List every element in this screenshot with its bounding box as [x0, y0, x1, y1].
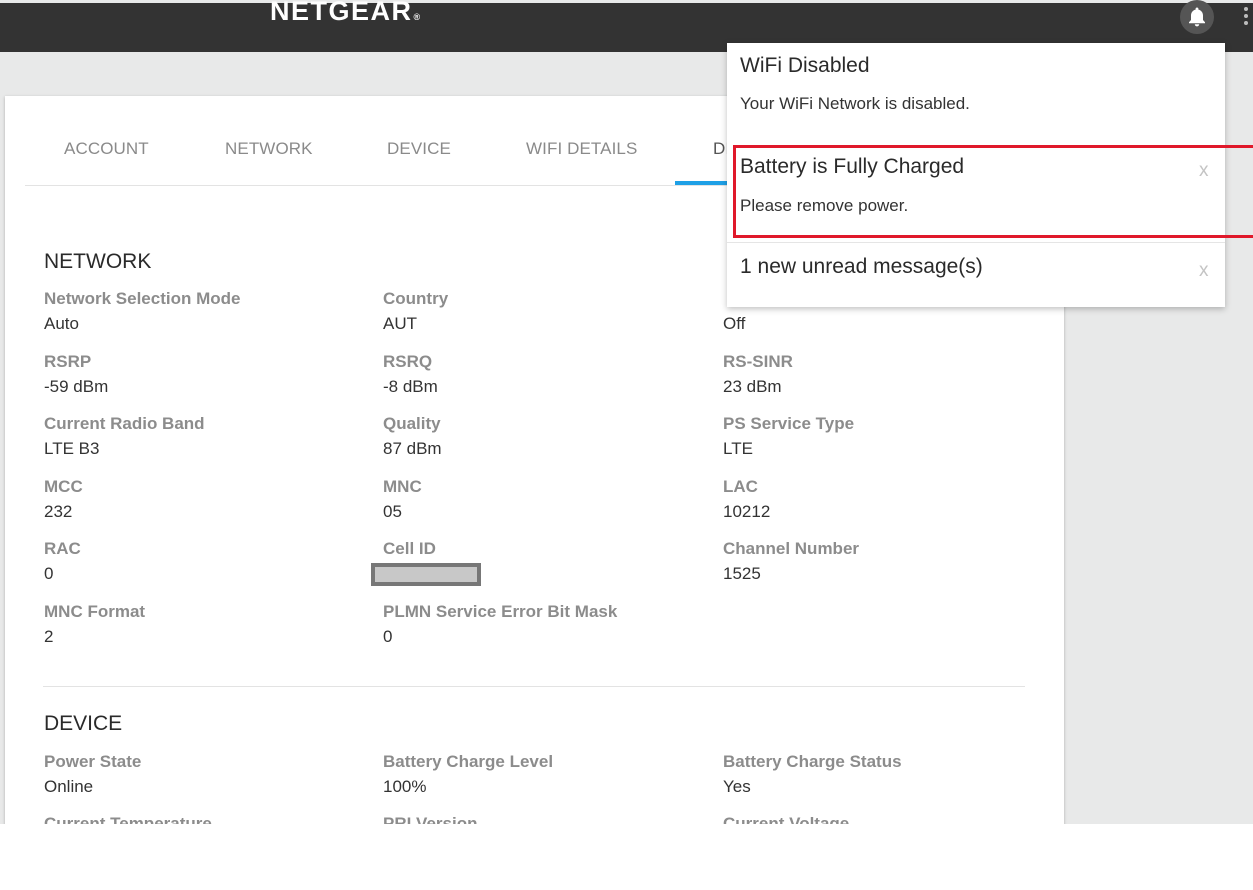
notification-body: Your WiFi Network is disabled.: [740, 94, 970, 113]
field-value: 100%: [383, 777, 427, 796]
field-label: Country: [383, 289, 449, 308]
field-mnc-format: MNC Format 2: [44, 602, 145, 647]
field-label: RSRQ: [383, 352, 433, 371]
field-value: 0: [383, 627, 393, 646]
field-value: Auto: [44, 314, 79, 333]
field-label: Current Radio Band: [44, 414, 205, 433]
trademark-symbol: ®: [413, 12, 421, 22]
field-value: 232: [44, 502, 73, 521]
field-value: LTE: [723, 439, 753, 458]
field-rsrq: RSRQ -8 dBm: [383, 352, 438, 397]
notification-body: Please remove power.: [740, 196, 909, 215]
notification-battery-charged[interactable]: Battery is Fully Charged x Please remove…: [727, 143, 1225, 242]
field-mnc: MNC 05: [383, 477, 422, 522]
app-viewport: NETGEAR® ACCOUNT NETWORK DEVICE WIFI DET…: [0, 0, 1253, 824]
field-value: Online: [44, 777, 94, 796]
field-label: Current Voltage: [723, 814, 850, 824]
notifications-button[interactable]: [1180, 0, 1214, 34]
field-current-voltage: Current Voltage: [723, 814, 849, 824]
field-label: Battery Charge Status: [723, 752, 902, 771]
field-value: -59 dBm: [44, 377, 109, 396]
notification-title: Battery is Fully Charged: [740, 155, 965, 178]
notification-title: WiFi Disabled: [740, 54, 870, 77]
field-label: MCC: [44, 477, 83, 496]
field-label: MNC Format: [44, 602, 146, 621]
field-cell-id: Cell ID: [383, 539, 436, 559]
field-value: 10212: [723, 502, 771, 521]
field-label: PS Service Type: [723, 414, 855, 433]
field-label: Cell ID: [383, 539, 436, 558]
field-label: MNC: [383, 477, 422, 496]
field-value: 2: [44, 627, 54, 646]
section-divider: [43, 686, 1025, 687]
field-ps-service-type: PS Service Type LTE: [723, 414, 854, 459]
kebab-menu-icon[interactable]: [1244, 7, 1250, 31]
field-label: LAC: [723, 477, 758, 496]
close-icon[interactable]: x: [1199, 260, 1209, 282]
field-current-radio-band: Current Radio Band LTE B3: [44, 414, 205, 459]
notification-wifi-disabled[interactable]: WiFi Disabled Your WiFi Network is disab…: [727, 43, 1225, 143]
field-value: LTE B3: [44, 439, 100, 458]
close-icon[interactable]: x: [1199, 160, 1209, 182]
tab-wifi-details[interactable]: WIFI DETAILS: [526, 139, 637, 159]
field-value: 23 dBm: [723, 377, 782, 396]
field-label: Channel Number: [723, 539, 860, 558]
field-rs-sinr: RS-SINR 23 dBm: [723, 352, 793, 397]
logo-text: NETGEAR: [270, 0, 413, 26]
field-value: 0: [44, 564, 54, 583]
field-value: Yes: [723, 777, 751, 796]
netgear-logo[interactable]: NETGEAR®: [270, 0, 420, 27]
field-label: PRI Version: [383, 814, 478, 824]
device-section-title: DEVICE: [44, 712, 123, 735]
field-lac: LAC 10212: [723, 477, 770, 522]
field-network-selection-mode: Network Selection Mode Auto: [44, 289, 240, 334]
field-battery-charge-level: Battery Charge Level 100%: [383, 752, 553, 797]
field-label: RSRP: [44, 352, 92, 371]
field-label: RS-SINR: [723, 352, 793, 371]
field-rac: RAC 0: [44, 539, 81, 584]
tab-account[interactable]: ACCOUNT: [64, 139, 149, 159]
field-quality: Quality 87 dBm: [383, 414, 442, 459]
field-value: 05: [383, 502, 402, 521]
field-country: Country AUT: [383, 289, 448, 334]
field-label: PLMN Service Error Bit Mask: [383, 602, 618, 621]
field-plmn-service-error-bit-mask: PLMN Service Error Bit Mask 0: [383, 602, 617, 647]
field-label: Current Temperature: [44, 814, 212, 824]
field-power-state: Power State Online: [44, 752, 141, 797]
field-battery-charge-status: Battery Charge Status Yes: [723, 752, 902, 797]
field-mcc: MCC 232: [44, 477, 83, 522]
field-value: AUT: [383, 314, 417, 333]
field-label: RAC: [44, 539, 81, 558]
field-label: Battery Charge Level: [383, 752, 554, 771]
notification-title: 1 new unread message(s): [740, 255, 983, 278]
field-label: Network Selection Mode: [44, 289, 241, 308]
field-pri-version: PRI Version: [383, 814, 477, 824]
tab-network[interactable]: NETWORK: [225, 139, 313, 159]
bell-icon: [1189, 7, 1205, 27]
tab-device[interactable]: DEVICE: [387, 139, 451, 159]
cell-id-redacted-value: [371, 563, 481, 586]
notification-unread-messages[interactable]: 1 new unread message(s) x: [727, 243, 1225, 307]
field-channel-number: Channel Number 1525: [723, 539, 859, 584]
field-label: Quality: [383, 414, 441, 433]
field-value: 87 dBm: [383, 439, 442, 458]
field-value: 1525: [723, 564, 761, 583]
field-label: Power State: [44, 752, 142, 771]
field-value: Off: [723, 314, 746, 333]
network-section-title: NETWORK: [44, 250, 152, 273]
notifications-dropdown: WiFi Disabled Your WiFi Network is disab…: [727, 43, 1225, 307]
field-value: -8 dBm: [383, 377, 438, 396]
field-current-temperature: Current Temperature: [44, 814, 212, 824]
field-rsrp: RSRP -59 dBm: [44, 352, 108, 397]
